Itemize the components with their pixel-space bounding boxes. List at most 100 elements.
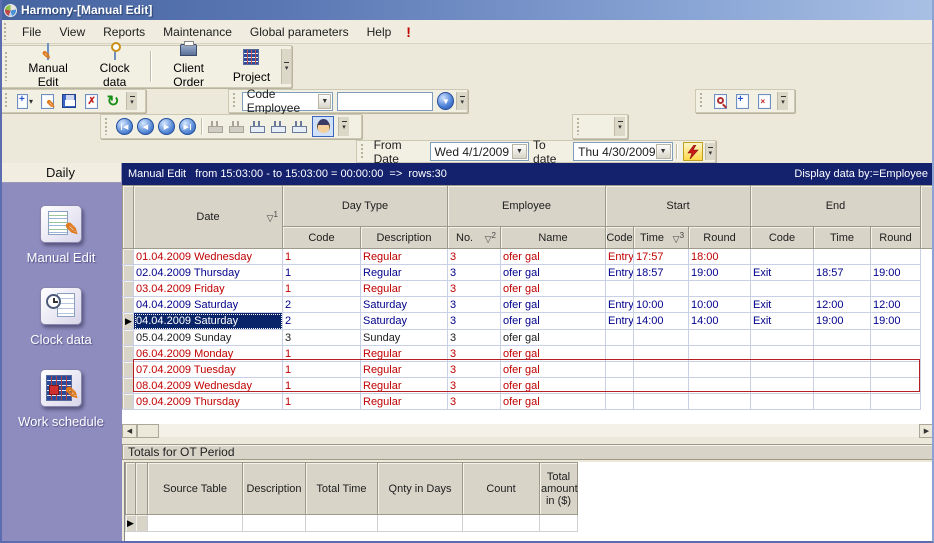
cell-start-code[interactable]: Entry xyxy=(606,297,634,313)
cell-emp-name[interactable]: ofer gal xyxy=(501,265,606,281)
cell-end-code[interactable]: Exit xyxy=(751,313,814,330)
cell-day-desc[interactable]: Sunday xyxy=(361,330,448,346)
totals-row-selector[interactable]: ▶ xyxy=(126,515,136,532)
cell-date[interactable]: 07.04.2009 Tuesday xyxy=(134,362,283,378)
sidebar-header[interactable]: Daily xyxy=(0,163,122,183)
cell-day-code[interactable]: 2 xyxy=(283,313,361,330)
cell-day-desc[interactable]: Regular xyxy=(361,362,448,378)
cell-start-round[interactable]: 19:00 xyxy=(689,265,751,281)
cell-day-code[interactable]: 1 xyxy=(283,378,361,394)
from-date-combo[interactable]: Wed 4/1/2009 ▼ xyxy=(430,142,529,161)
toolbar-grip[interactable] xyxy=(4,93,9,108)
cell-emp-no[interactable]: 3 xyxy=(448,378,501,394)
toolbar-grip[interactable] xyxy=(4,52,8,81)
cell-end-round[interactable] xyxy=(871,346,921,362)
search-field-selector[interactable]: Code Employee ▼ xyxy=(242,92,334,111)
toolbar-overflow-icon[interactable]: ▾ xyxy=(614,117,625,137)
cell-day-desc[interactable]: Saturday xyxy=(361,313,448,330)
column-header-time[interactable]: Time xyxy=(814,227,871,249)
cell-day-desc[interactable]: Regular xyxy=(361,265,448,281)
cell-end-time[interactable] xyxy=(814,346,871,362)
cell-start-time[interactable] xyxy=(634,281,689,297)
cell-emp-no[interactable]: 3 xyxy=(448,313,501,330)
cell-day-code[interactable]: 2 xyxy=(283,297,361,313)
cell-start-round[interactable] xyxy=(689,281,751,297)
totals-column-qnty-in-days[interactable]: Qnty in Days xyxy=(378,463,463,515)
cell-start-code[interactable] xyxy=(606,378,634,394)
cell-end-round[interactable] xyxy=(871,249,921,265)
first-record-icon[interactable]: ◀ xyxy=(116,118,133,135)
cell-emp-no[interactable]: 3 xyxy=(448,394,501,410)
cell-start-round[interactable] xyxy=(689,346,751,362)
cell-end-time[interactable] xyxy=(814,394,871,410)
cell-day-desc[interactable]: Regular xyxy=(361,346,448,362)
column-header-code[interactable]: Code xyxy=(606,227,634,249)
cell-day-code[interactable]: 1 xyxy=(283,346,361,362)
cell-end-code[interactable] xyxy=(751,330,814,346)
column-header-description[interactable]: Description xyxy=(361,227,448,249)
toolbar-grip[interactable] xyxy=(699,93,704,108)
cell-day-code[interactable]: 1 xyxy=(283,362,361,378)
next-record-icon[interactable]: ▶ xyxy=(158,118,175,135)
group-header-start[interactable]: Start xyxy=(606,186,751,227)
cell-end-code[interactable] xyxy=(751,281,814,297)
cell-end-round[interactable] xyxy=(871,330,921,346)
group-header-day-type[interactable]: Day Type xyxy=(283,186,448,227)
cell-end-code[interactable] xyxy=(751,249,814,265)
cell-emp-name[interactable]: ofer gal xyxy=(501,330,606,346)
toolbar-grip[interactable] xyxy=(360,144,365,159)
scrollbar-track[interactable] xyxy=(159,424,919,437)
cell-end-time[interactable]: 12:00 xyxy=(814,297,871,313)
add-page-icon[interactable]: + xyxy=(733,92,751,110)
cell-emp-no[interactable]: 3 xyxy=(448,297,501,313)
group-header-end[interactable]: End xyxy=(751,186,921,227)
cell-end-time[interactable]: 19:00 xyxy=(814,313,871,330)
totals-cell[interactable] xyxy=(378,515,463,532)
toolbar-grip[interactable] xyxy=(232,93,237,108)
cell-emp-no[interactable]: 3 xyxy=(448,346,501,362)
row-selector[interactable]: ▶ xyxy=(123,313,134,330)
cell-end-round[interactable]: 19:00 xyxy=(871,313,921,330)
cell-day-code[interactable]: 1 xyxy=(283,265,361,281)
scroll-left-icon[interactable]: ◀ xyxy=(122,424,137,438)
row-selector[interactable] xyxy=(123,378,134,394)
cell-end-code[interactable] xyxy=(751,394,814,410)
cell-date[interactable]: 03.04.2009 Friday xyxy=(134,281,283,297)
cell-start-time[interactable]: 18:57 xyxy=(634,265,689,281)
totals-cell[interactable] xyxy=(148,515,243,532)
lightning-icon[interactable] xyxy=(683,142,703,161)
print-preview-icon[interactable] xyxy=(711,92,729,110)
totals-cell[interactable] xyxy=(306,515,378,532)
to-date-combo[interactable]: Thu 4/30/2009 ▼ xyxy=(573,142,672,161)
cell-end-code[interactable]: Exit xyxy=(751,297,814,313)
sidebar-item-work-schedule[interactable]: ✎Work schedule xyxy=(0,369,122,429)
column-header-round[interactable]: Round xyxy=(871,227,921,249)
site-icon[interactable] xyxy=(250,121,265,133)
cell-date[interactable]: 06.04.2009 Monday xyxy=(134,346,283,362)
cell-end-round[interactable]: 12:00 xyxy=(871,297,921,313)
cell-end-time[interactable]: 18:57 xyxy=(814,265,871,281)
sidebar-item-clock-data[interactable]: Clock data xyxy=(0,287,122,347)
cell-start-round[interactable] xyxy=(689,362,751,378)
site-icon[interactable] xyxy=(271,121,286,133)
column-header-code[interactable]: Code xyxy=(751,227,814,249)
cell-emp-name[interactable]: ofer gal xyxy=(501,249,606,265)
cell-start-time[interactable] xyxy=(634,346,689,362)
toolbar-overflow-icon[interactable]: ▾ xyxy=(777,92,788,111)
table-row[interactable]: 04.04.2009 Saturday2Saturday3ofer galEnt… xyxy=(123,297,934,313)
cell-day-desc[interactable]: Saturday xyxy=(361,297,448,313)
cell-day-desc[interactable]: Regular xyxy=(361,378,448,394)
cell-start-code[interactable] xyxy=(606,346,634,362)
totals-column-description[interactable]: Description xyxy=(243,463,306,515)
cell-date[interactable]: 01.04.2009 Wednesday xyxy=(134,249,283,265)
cell-emp-name[interactable]: ofer gal xyxy=(501,362,606,378)
cell-day-desc[interactable]: Regular xyxy=(361,249,448,265)
column-header-code[interactable]: Code xyxy=(283,227,361,249)
cell-emp-name[interactable]: ofer gal xyxy=(501,281,606,297)
totals-column-count[interactable]: Count xyxy=(463,463,540,515)
cell-start-round[interactable]: 14:00 xyxy=(689,313,751,330)
table-row[interactable]: 03.04.2009 Friday1Regular3ofer gal xyxy=(123,281,934,297)
cell-date[interactable]: 04.04.2009 Saturday xyxy=(134,313,283,330)
cell-date[interactable]: 08.04.2009 Wednesday xyxy=(134,378,283,394)
cell-start-time[interactable]: 10:00 xyxy=(634,297,689,313)
